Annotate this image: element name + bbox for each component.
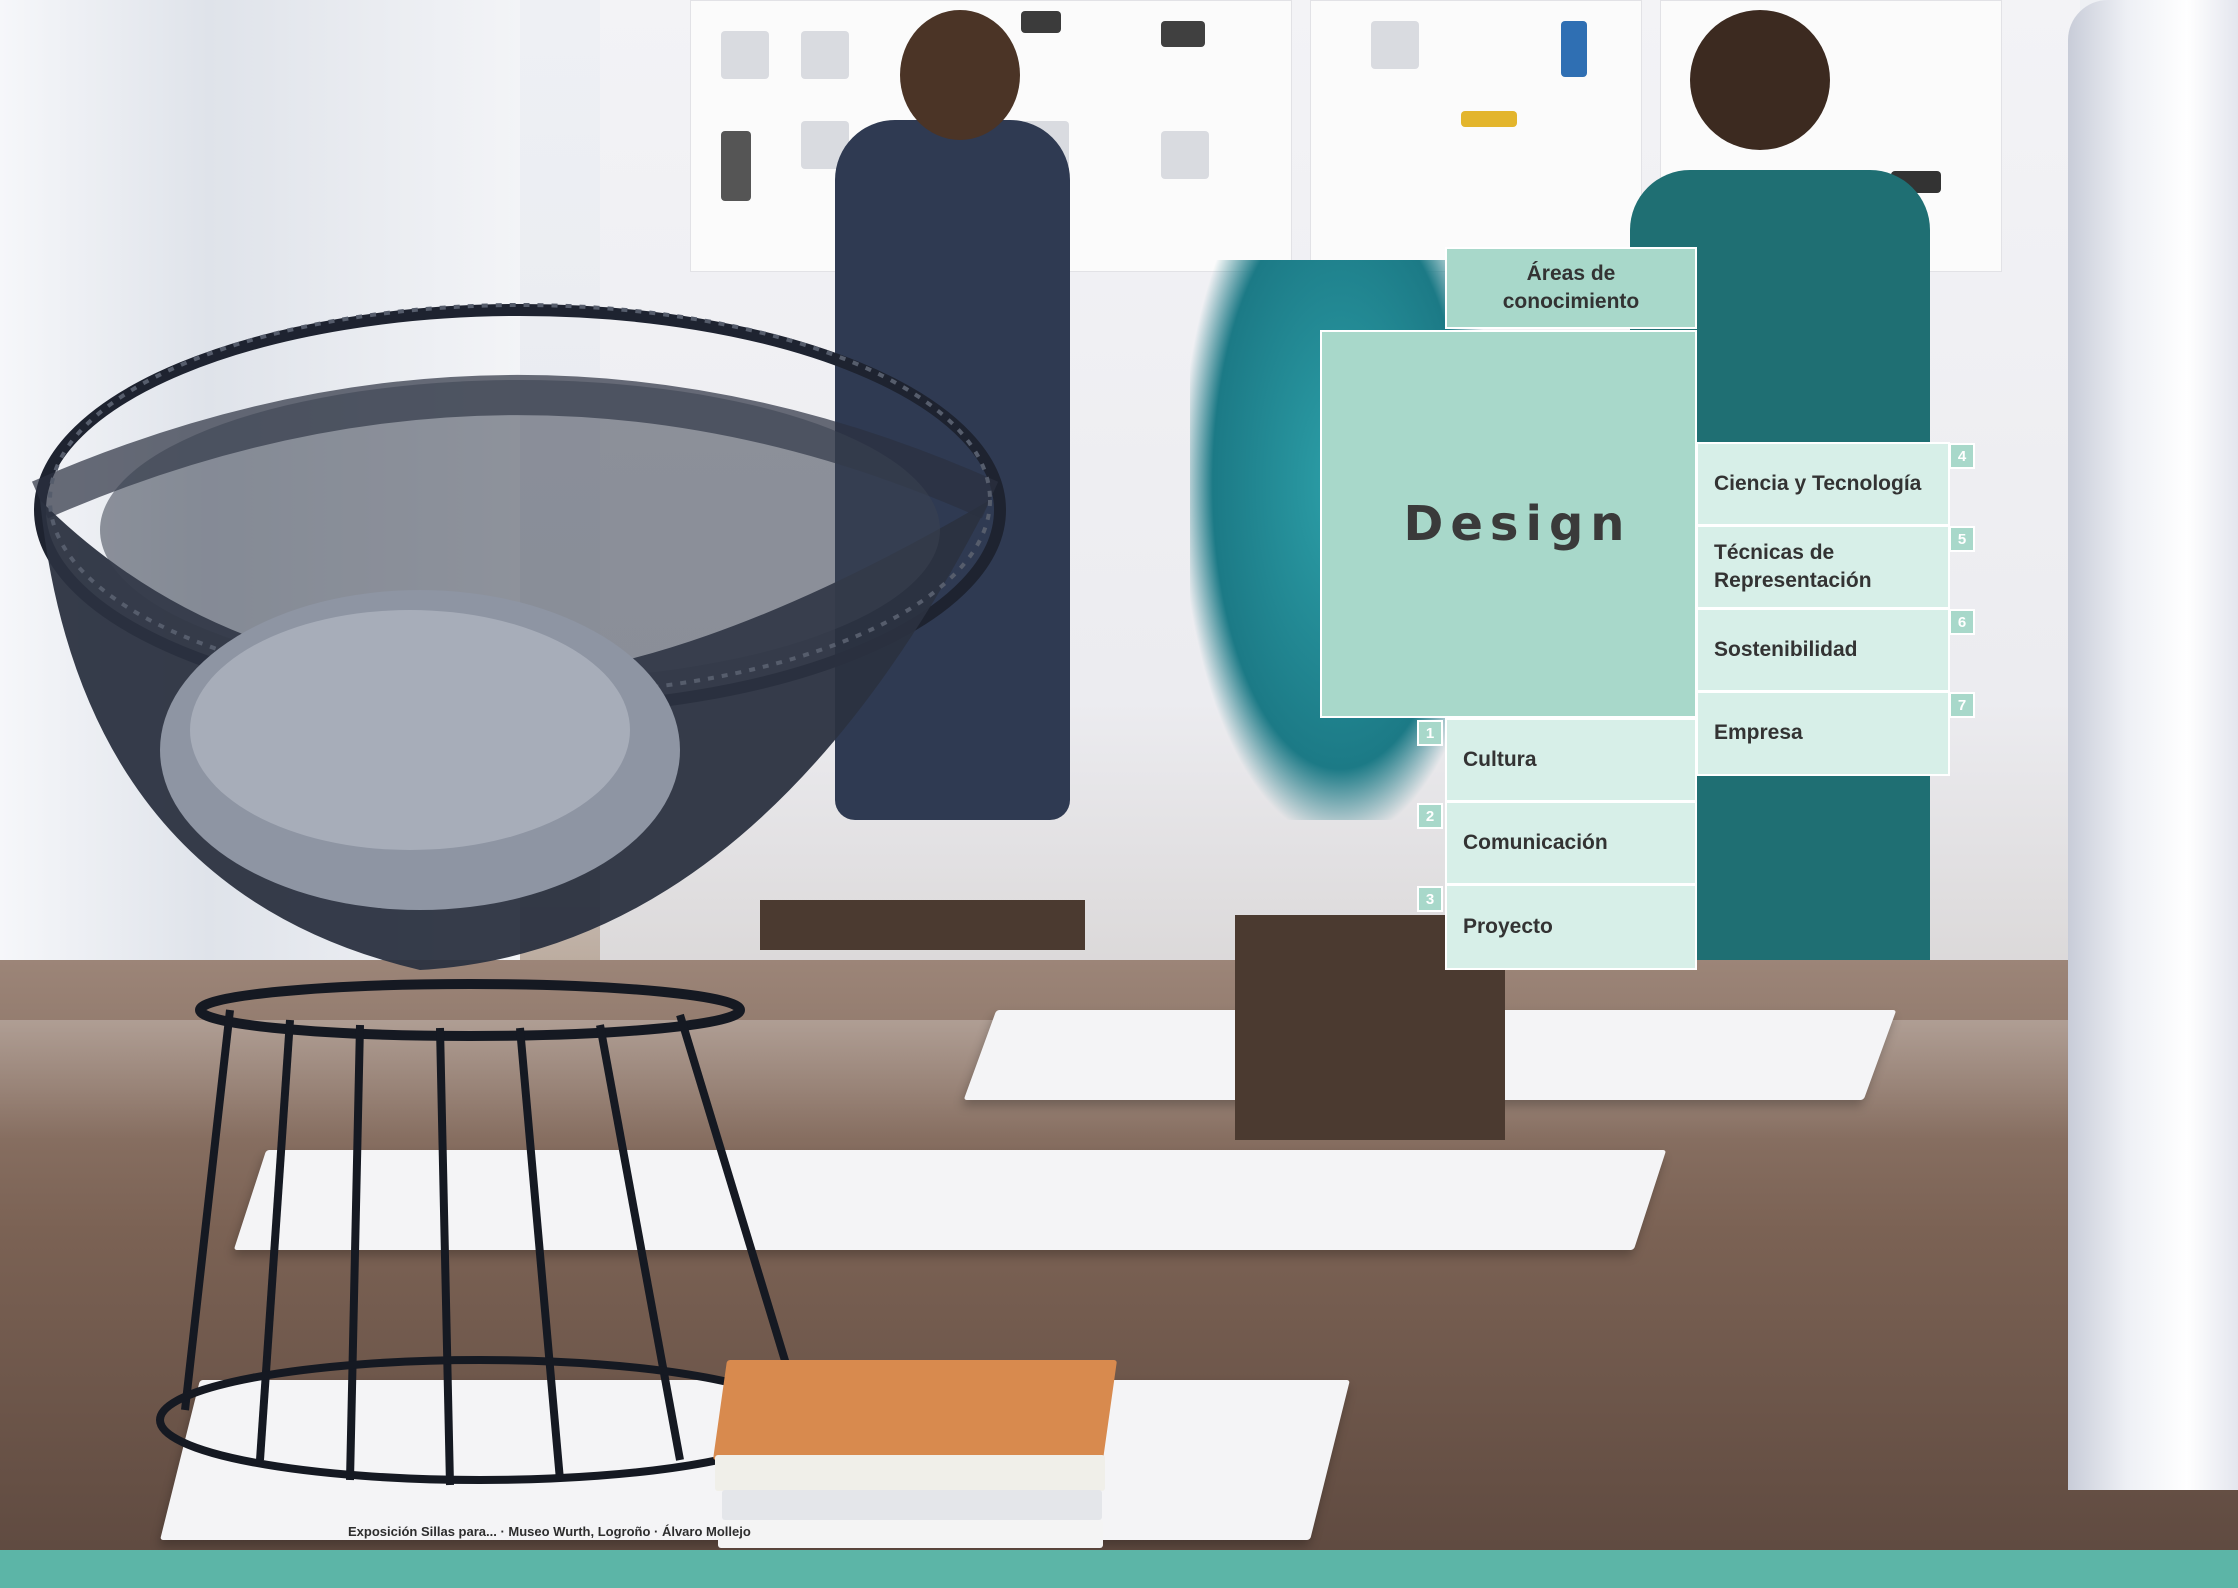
menu-number-badge: 5 — [1949, 526, 1975, 552]
menu-item-empresa[interactable]: Empresa — [1696, 691, 1950, 776]
photo-credit: Exposición Sillas para... · Museo Wurth,… — [348, 1524, 751, 1539]
menu-item-label: Proyecto — [1463, 914, 1553, 938]
book-stack — [722, 1490, 1102, 1520]
menu-item-label: Sostenibilidad — [1714, 637, 1858, 661]
areas-tab-label: Áreas de conocimiento — [1502, 261, 1640, 313]
menu-item-sostenibilidad[interactable]: Sostenibilidad — [1696, 608, 1950, 692]
menu-number-badge: 7 — [1949, 692, 1975, 718]
menu-number-badge: 1 — [1417, 720, 1443, 746]
menu-item-tecnicas-representacion[interactable]: Técnicas de Representación — [1696, 525, 1950, 609]
menu-item-label: Cultura — [1463, 747, 1537, 771]
menu-item-label: Comunicación — [1463, 830, 1608, 854]
footer-bar — [0, 1550, 2238, 1588]
menu-item-label: Ciencia y Tecnología — [1714, 471, 1922, 495]
exhibition-board — [1310, 0, 1642, 272]
menu-number-badge: 2 — [1417, 803, 1443, 829]
menu-item-cultura[interactable]: Cultura — [1445, 718, 1697, 802]
menu-item-ciencia-tecnologia[interactable]: Ciencia y Tecnología — [1696, 442, 1950, 526]
design-box: Design — [1320, 330, 1697, 718]
areas-tab[interactable]: Áreas de conocimiento — [1445, 247, 1697, 329]
visitor-head — [1690, 10, 1830, 150]
menu-item-proyecto[interactable]: Proyecto — [1445, 884, 1697, 970]
book-stack — [718, 1520, 1103, 1548]
book-stack — [715, 1455, 1105, 1491]
menu-item-label: Técnicas de Representación — [1714, 540, 1872, 592]
menu-number-badge: 4 — [1949, 443, 1975, 469]
menu-item-comunicacion[interactable]: Comunicación — [1445, 801, 1697, 885]
white-column — [2068, 0, 2238, 1490]
menu-number-badge: 3 — [1417, 886, 1443, 912]
menu-number-badge: 6 — [1949, 609, 1975, 635]
wicker-chair — [31, 303, 1006, 1486]
page: Áreas de conocimiento Design Cultura 1 C… — [0, 0, 2238, 1588]
visitor-head — [900, 10, 1020, 140]
menu-item-label: Empresa — [1714, 721, 1803, 745]
book-stack — [712, 1360, 1118, 1460]
design-title: Design — [1403, 496, 1632, 552]
